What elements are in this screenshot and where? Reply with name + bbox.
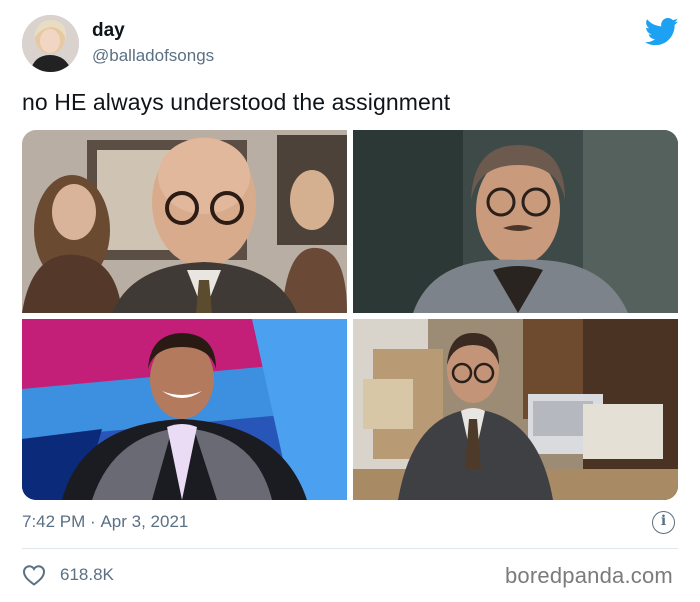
media-photo-1[interactable] <box>22 130 347 313</box>
twitter-bird-icon[interactable] <box>645 17 679 47</box>
media-photo-2[interactable] <box>353 130 678 313</box>
avatar[interactable] <box>22 15 79 72</box>
tweet-card: day @balladofsongs no HE always understo… <box>0 0 700 602</box>
like-count[interactable]: 618.8K <box>60 565 114 585</box>
tweet-text: no HE always understood the assignment <box>22 89 451 115</box>
media-photo-4[interactable] <box>353 319 678 500</box>
media-grid <box>22 130 678 500</box>
tweet-date: Apr 3, 2021 <box>100 512 189 531</box>
divider <box>22 548 678 549</box>
media-photo-3[interactable] <box>22 319 347 500</box>
display-name[interactable]: day <box>92 20 125 42</box>
tweet-time: 7:42 PM <box>22 512 86 531</box>
timestamp[interactable]: 7:42 PM · Apr 3, 2021 <box>22 512 188 532</box>
time-separator: · <box>90 512 96 531</box>
info-icon[interactable]: i <box>652 511 675 534</box>
user-handle[interactable]: @balladofsongs <box>92 46 214 66</box>
watermark: boredpanda.com <box>505 563 673 588</box>
heart-icon[interactable] <box>22 564 46 586</box>
